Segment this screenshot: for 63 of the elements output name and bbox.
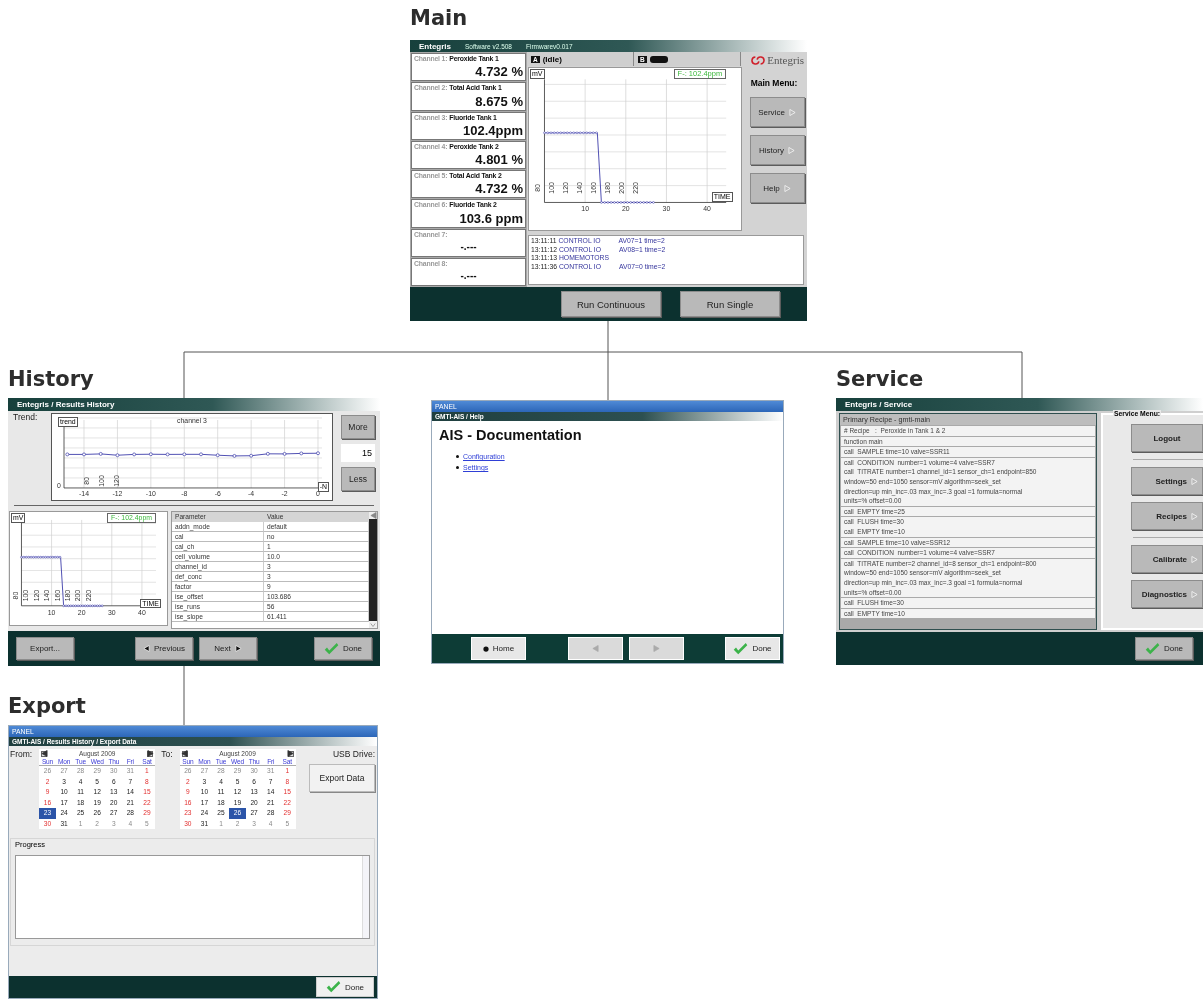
checkmark-icon [733, 642, 749, 655]
trend-label: Trend: [13, 412, 39, 424]
done-button[interactable]: Done [725, 637, 780, 660]
nav-button[interactable]: Previous [135, 637, 193, 660]
checkmark-icon [323, 642, 339, 655]
scrollbar[interactable] [369, 512, 377, 628]
run-button[interactable]: Run Continuous [561, 291, 661, 317]
screen-title: Entegris / Service [845, 400, 913, 409]
export-button[interactable]: Export Data [309, 764, 375, 792]
usb-label: USB Drive: [332, 749, 375, 759]
app-title: Entegris [419, 41, 451, 51]
screen-label: History [8, 367, 94, 391]
channel-value: -.--- [459, 240, 478, 252]
page-heading: AIS - Documentation [439, 427, 583, 443]
checkmark-icon [325, 981, 341, 993]
arrow-icon [788, 108, 796, 116]
menu-button[interactable]: Help [749, 173, 805, 203]
arrow-icon [1191, 477, 1198, 485]
connector-line [183, 665, 185, 726]
channel-value: 103.6 ppm [458, 210, 523, 226]
done-button[interactable]: Done [1135, 637, 1193, 660]
less-button[interactable]: Less [341, 467, 375, 491]
redaction-mark [649, 55, 668, 63]
checkmark-icon [1144, 642, 1160, 655]
arrow-icon [1191, 555, 1198, 563]
channel-value: 4.732 % [474, 64, 523, 80]
menu-button[interactable]: Settings [1131, 467, 1203, 495]
arrow-icon [1191, 590, 1198, 598]
menu-button[interactable]: Recipes [1131, 502, 1203, 530]
channel-value: 4.801 % [474, 152, 523, 167]
arrow-icon [1191, 512, 1198, 520]
menu-button[interactable]: Service [749, 97, 805, 127]
count-field[interactable]: 15 [341, 444, 375, 462]
menu-button[interactable]: Logout [1131, 424, 1203, 452]
logo-text: Entegris [767, 54, 804, 66]
bullet-icon [456, 466, 459, 469]
channel-value: -.--- [459, 270, 478, 281]
nav-button[interactable]: Home [471, 637, 526, 660]
channel-value: 102.4ppm [462, 122, 523, 138]
menu-button[interactable]: Calibrate [1131, 545, 1203, 573]
bullet-icon [456, 455, 459, 458]
more-button[interactable]: More [341, 415, 375, 439]
nav-button[interactable]: Next [199, 637, 257, 660]
screen-title: Entegris / Results History [17, 400, 115, 409]
screen-label: Export [8, 694, 86, 718]
screen-label: Service [836, 367, 924, 391]
dot-icon [482, 645, 489, 652]
menu-button[interactable]: Diagnostics [1131, 580, 1203, 608]
channel-value: 4.732 % [474, 181, 523, 197]
menu-title: Main Menu: [750, 78, 798, 88]
arrow-icon [783, 184, 791, 192]
done-button[interactable]: Done [316, 977, 374, 997]
nav-button[interactable]: Export... [16, 637, 74, 660]
menu-button[interactable]: History [749, 135, 805, 165]
screen-label: Main [410, 6, 468, 30]
channel-value: 8.675 % [474, 93, 523, 109]
date-label: To: [161, 749, 173, 759]
run-button[interactable]: Run Single [680, 291, 780, 317]
scrollbar[interactable] [362, 856, 369, 938]
date-label: From: [10, 749, 33, 759]
arrow-icon [787, 146, 795, 154]
ribbon-icon [751, 55, 766, 65]
done-button[interactable]: Done [314, 637, 372, 660]
